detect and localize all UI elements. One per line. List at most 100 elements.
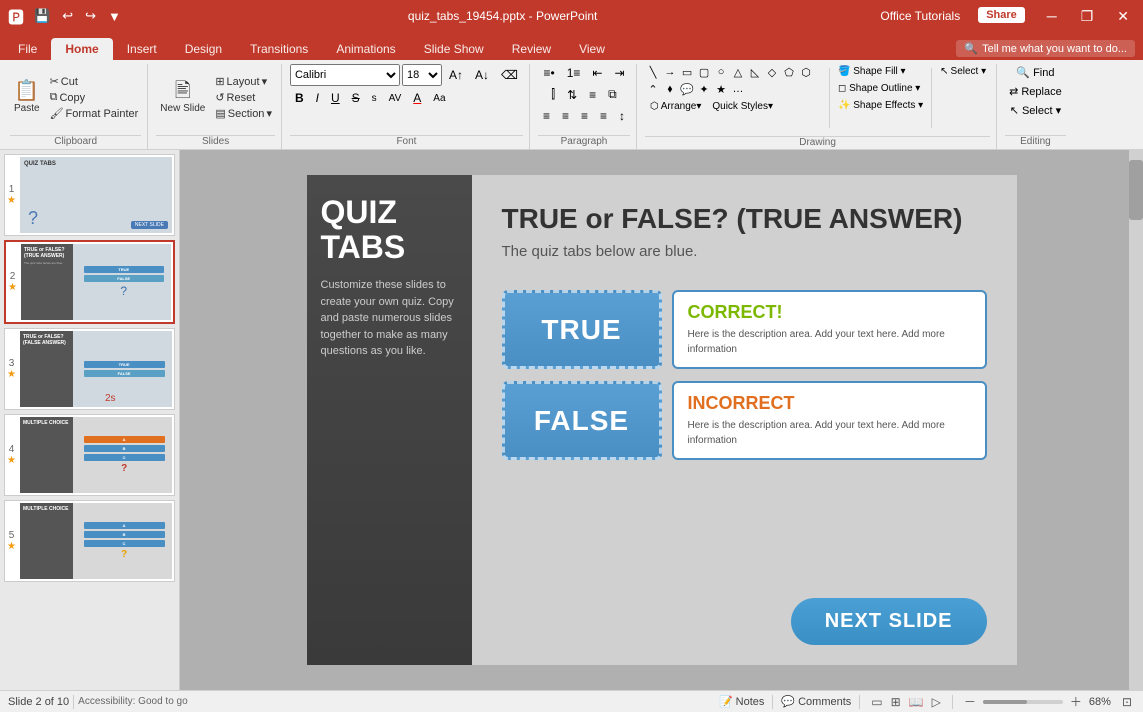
font-size-select[interactable]: 18 [402, 64, 442, 86]
char-spacing-button[interactable]: AV [384, 91, 407, 106]
columns-button[interactable]: ⫿ [546, 85, 560, 104]
zoom-slider[interactable] [983, 700, 1063, 704]
shadow-button[interactable]: s [367, 91, 382, 106]
shape-diamond[interactable]: ◇ [764, 64, 780, 80]
tab-insert[interactable]: Insert [113, 38, 171, 60]
shape-effects-button[interactable]: ✨ Shape Effects ▾ [834, 98, 927, 113]
tab-home[interactable]: Home [51, 38, 112, 60]
align-right-button[interactable]: ≡ [576, 107, 593, 125]
reset-button[interactable]: ↺ Reset [212, 90, 275, 105]
tab-slideshow[interactable]: Slide Show [410, 38, 498, 60]
slideshow-button[interactable]: ▷ [929, 694, 944, 710]
align-left-button[interactable]: ≡ [538, 107, 555, 125]
shape-rect[interactable]: ▭ [679, 64, 695, 80]
shape-more[interactable]: … [730, 81, 746, 97]
replace-button[interactable]: ⇄ Replace [1005, 83, 1066, 100]
font-family-select[interactable]: Calibri [290, 64, 400, 86]
shape-fill-button[interactable]: 🪣 Shape Fill ▾ [834, 64, 927, 79]
shape-star5[interactable]: ★ [713, 81, 729, 97]
slide-thumb-5[interactable]: 5 ★ MULTIPLE CHOICE A B C ? [4, 500, 175, 582]
text-direction-button[interactable]: ⇅ [562, 86, 582, 104]
shape-chevron[interactable]: ⌃ [645, 81, 661, 97]
bold-button[interactable]: B [290, 89, 309, 107]
shape-right-triangle[interactable]: ◺ [747, 64, 763, 80]
cut-button[interactable]: ✂ Cut [47, 74, 142, 89]
next-slide-button[interactable]: NEXT SLIDE [791, 598, 987, 645]
layout-button[interactable]: ⊞ Layout▾ [212, 74, 275, 89]
justify-button[interactable]: ≡ [595, 107, 612, 125]
arrange-button[interactable]: ⬡ Arrange▾ [645, 99, 706, 114]
tab-file[interactable]: File [4, 38, 51, 60]
normal-view-button[interactable]: ▭ [868, 694, 885, 710]
shape-triangle[interactable]: △ [730, 64, 746, 80]
section-button[interactable]: ▤ Section▾ [212, 106, 275, 121]
office-tutorials-link[interactable]: Office Tutorials [880, 9, 960, 23]
shape-oval[interactable]: ○ [713, 64, 729, 80]
tab-transitions[interactable]: Transitions [236, 38, 322, 60]
numbering-button[interactable]: 1≡ [562, 64, 586, 82]
increase-indent-button[interactable]: ⇥ [609, 64, 629, 82]
strikethrough-button[interactable]: S [347, 89, 365, 107]
shape-process[interactable]: ⬧ [662, 81, 678, 97]
tab-view[interactable]: View [565, 38, 619, 60]
comments-button[interactable]: 💬 Comments [781, 695, 851, 708]
slide-5-thumbnail: MULTIPLE CHOICE A B C ? [20, 503, 172, 579]
paste-button[interactable]: 📋 Paste [10, 78, 44, 117]
font-color-button[interactable]: A [408, 89, 426, 107]
select-editing-button[interactable]: ↖ Select ▾ [1006, 102, 1065, 119]
shape-rounded-rect[interactable]: ▢ [696, 64, 712, 80]
minimize-button[interactable]: ─ [1041, 6, 1063, 26]
customize-qat-button[interactable]: ▼ [104, 6, 125, 26]
zoom-out-button[interactable]: － [961, 692, 979, 711]
shape-line[interactable]: ╲ [645, 64, 661, 80]
tab-animations[interactable]: Animations [322, 38, 409, 60]
slide-thumb-3[interactable]: 3 ★ TRUE or FALSE? (FALSE ANSWER) TRUE F… [4, 328, 175, 410]
select-button[interactable]: ↖ Select ▾ [936, 64, 990, 79]
close-button[interactable]: ✕ [1111, 6, 1135, 27]
smartart-button[interactable]: ⧉ [603, 85, 622, 104]
clear-format-button[interactable]: ⌫ [496, 66, 523, 84]
new-slide-button[interactable]: 🖹 New Slide [156, 78, 209, 117]
zoom-in-button[interactable]: ＋ [1067, 692, 1085, 711]
share-button[interactable]: Share [978, 7, 1025, 23]
save-button[interactable]: 💾 [30, 6, 54, 26]
undo-button[interactable]: ↩ [58, 6, 77, 26]
line-spacing-button[interactable]: ↕ [614, 107, 630, 125]
align-text-button[interactable]: ≡ [584, 86, 601, 104]
tab-design[interactable]: Design [171, 38, 236, 60]
copy-button[interactable]: ⧉ Copy [47, 90, 142, 105]
powerpoint-icon: 🅿 [8, 4, 24, 28]
fit-to-window-button[interactable]: ⊡ [1119, 694, 1135, 710]
slide-thumb-4[interactable]: 4 ★ MULTIPLE CHOICE A B C ? [4, 414, 175, 496]
shape-pentagon[interactable]: ⬠ [781, 64, 797, 80]
true-answer-button[interactable]: TRUE [502, 290, 662, 369]
font-size-label[interactable]: Aa [428, 91, 450, 106]
shape-star4[interactable]: ✦ [696, 81, 712, 97]
restore-button[interactable]: ❐ [1075, 6, 1100, 27]
italic-button[interactable]: I [311, 89, 324, 107]
quick-styles-button[interactable]: Quick Styles▾ [707, 99, 778, 114]
shape-callout[interactable]: 💬 [679, 81, 695, 97]
false-answer-button[interactable]: FALSE [502, 381, 662, 460]
decrease-font-button[interactable]: A↓ [470, 66, 494, 84]
slide-sorter-button[interactable]: ⊞ [888, 694, 904, 710]
bullets-button[interactable]: ≡• [538, 64, 559, 82]
redo-button[interactable]: ↪ [81, 6, 100, 26]
notes-button[interactable]: 📝 Notes [719, 695, 764, 708]
shape-outline-button[interactable]: ◻ Shape Outline ▾ [834, 81, 927, 96]
decrease-indent-button[interactable]: ⇤ [587, 64, 607, 82]
tab-review[interactable]: Review [498, 38, 565, 60]
slide-thumb-2[interactable]: 2 ★ TRUE or FALSE? (TRUE ANSWER) The qui… [4, 240, 175, 324]
slide-thumb-1[interactable]: 1 ★ QUIZ TABS ? NEXT SLIDE [4, 154, 175, 236]
vertical-scrollbar[interactable] [1129, 150, 1143, 690]
underline-button[interactable]: U [326, 89, 345, 107]
ribbon-search[interactable]: 🔍 Tell me what you want to do... [956, 40, 1135, 57]
increase-font-button[interactable]: A↑ [444, 66, 468, 84]
scroll-thumb[interactable] [1129, 160, 1143, 220]
align-center-button[interactable]: ≡ [557, 107, 574, 125]
shape-hex[interactable]: ⬡ [798, 64, 814, 80]
find-button[interactable]: 🔍 Find [1012, 64, 1058, 81]
shape-arrow[interactable]: → [662, 64, 678, 80]
format-painter-button[interactable]: 🖌 Format Painter [47, 106, 142, 121]
reading-view-button[interactable]: 📖 [906, 694, 927, 710]
